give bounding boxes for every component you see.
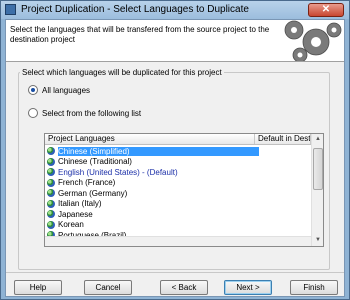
project-duplication-window: Project Duplication - Select Languages t… <box>0 0 350 300</box>
languages-list[interactable]: Project Languages Default in Destina Chi… <box>44 133 324 247</box>
list-item[interactable]: German (Germany) <box>45 188 311 199</box>
language-name: French (France) <box>58 178 116 188</box>
help-button[interactable]: Help <box>14 280 62 295</box>
title-bar[interactable]: Project Duplication - Select Languages t… <box>1 1 349 19</box>
close-button[interactable]: ✕ <box>308 3 344 17</box>
gears-icon <box>280 20 342 61</box>
scroll-thumb[interactable] <box>313 148 323 190</box>
list-item[interactable]: English (United States) - (Default) <box>45 167 311 178</box>
scroll-up-icon[interactable]: ▲ <box>312 134 324 145</box>
next-button[interactable]: Next > <box>224 280 272 295</box>
globe-icon <box>47 220 55 229</box>
all-languages-radio[interactable] <box>28 85 38 95</box>
language-name: Japanese <box>58 209 93 219</box>
list-item[interactable]: Italian (Italy) <box>45 199 311 210</box>
language-name: German (Germany) <box>58 188 128 198</box>
list-item[interactable]: French (France) <box>45 178 311 189</box>
globe-icon <box>47 168 55 177</box>
globe-icon <box>47 178 55 187</box>
finish-button[interactable]: Finish <box>290 280 338 295</box>
window-title: Project Duplication - Select Languages t… <box>21 4 249 15</box>
back-button[interactable]: < Back <box>160 280 208 295</box>
header-banner: Select the languages that will be transf… <box>6 20 344 62</box>
globe-icon <box>47 210 55 219</box>
scroll-down-icon[interactable]: ▼ <box>312 235 324 246</box>
from-list-radio[interactable] <box>28 108 38 118</box>
column-header-project-languages[interactable]: Project Languages <box>45 134 255 144</box>
all-languages-option[interactable]: All languages <box>28 84 90 96</box>
list-header: Project Languages Default in Destina <box>45 134 311 145</box>
from-list-option[interactable]: Select from the following list <box>28 107 141 119</box>
language-name: Chinese (Traditional) <box>58 157 132 167</box>
globe-icon <box>47 189 55 198</box>
app-icon <box>5 4 16 15</box>
globe-icon <box>47 147 55 156</box>
banner-description: Select the languages that will be transf… <box>10 25 270 44</box>
list-item[interactable]: Chinese (Traditional) <box>45 157 311 168</box>
language-name: Korean <box>58 220 84 230</box>
all-languages-label: All languages <box>42 85 91 95</box>
language-name: Italian (Italy) <box>58 199 102 209</box>
column-header-default[interactable]: Default in Destina <box>255 134 311 144</box>
list-item[interactable]: Korean <box>45 220 311 231</box>
dialog-body: Select the languages that will be transf… <box>5 19 345 297</box>
list-item[interactable]: Chinese (Simplified) <box>45 146 311 157</box>
globe-icon <box>47 157 55 166</box>
list-item[interactable]: Japanese <box>45 209 311 220</box>
vertical-scrollbar[interactable]: ▲ ▼ <box>311 134 323 246</box>
language-name: English (United States) - (Default) <box>58 167 178 177</box>
group-label: Select which languages will be duplicate… <box>20 68 224 77</box>
list-rows: Chinese (Simplified) Chinese (Traditional… <box>45 146 311 241</box>
horizontal-scrollbar[interactable] <box>45 236 311 246</box>
globe-icon <box>47 199 55 208</box>
cancel-button[interactable]: Cancel <box>84 280 132 295</box>
language-name: Chinese (Simplified) <box>58 146 259 156</box>
button-bar: Help Cancel < Back Next > Finish <box>6 272 344 298</box>
from-list-label: Select from the following list <box>42 108 142 118</box>
